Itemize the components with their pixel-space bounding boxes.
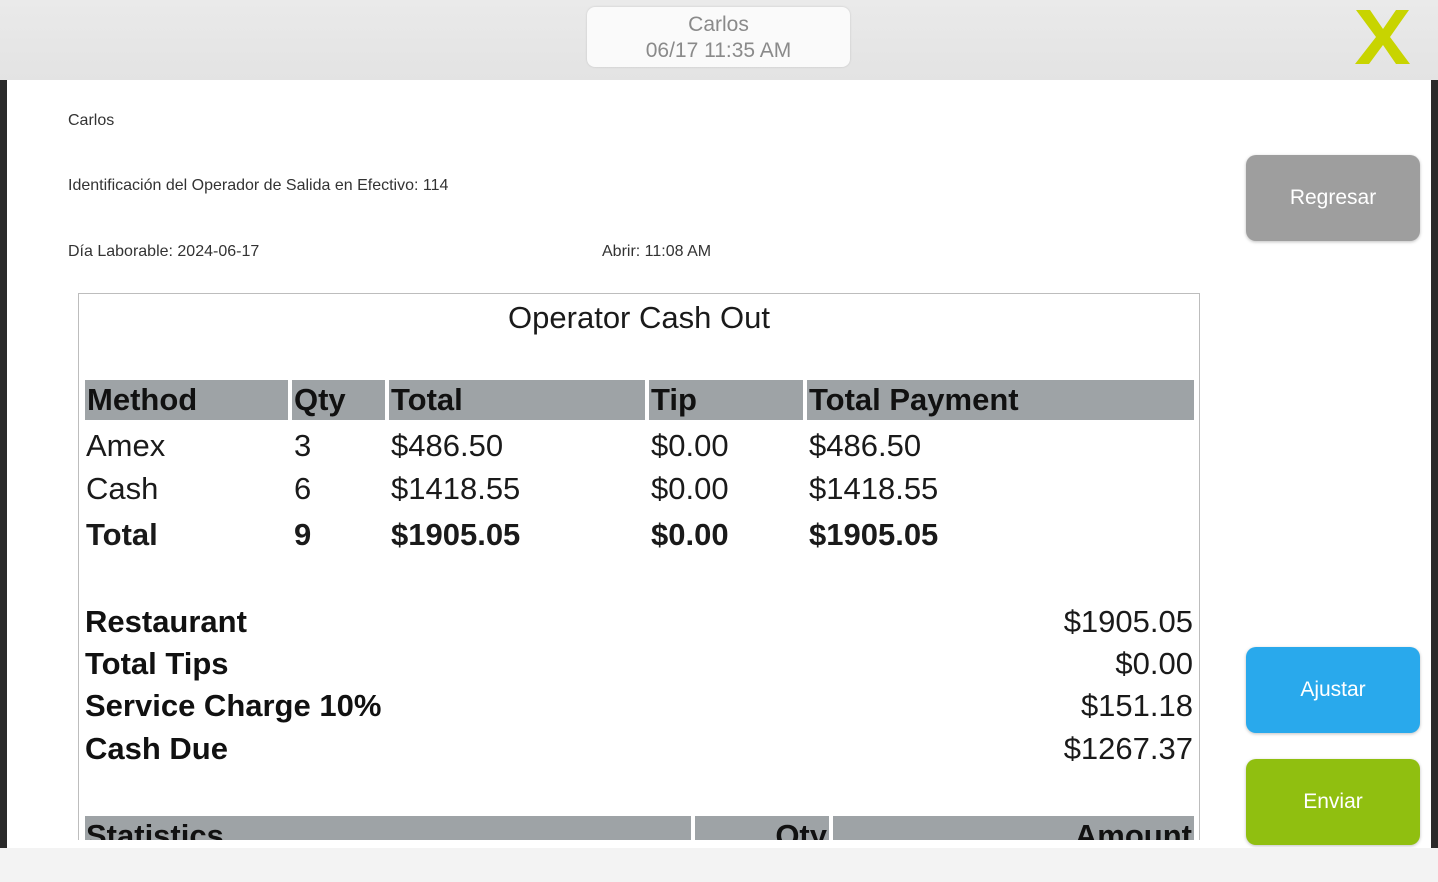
- table-row: Amex 3 $486.50 $0.00 $486.50: [85, 426, 1194, 466]
- total-method: Total: [86, 517, 158, 552]
- header-operator-name: Carlos: [688, 13, 749, 36]
- summary-value: $151.18: [1080, 688, 1193, 723]
- summary-cash-due: Cash Due $1267.37: [85, 729, 1193, 769]
- cell-total-payment: $1418.55: [809, 471, 939, 506]
- total-total-payment: $1905.05: [809, 517, 939, 552]
- right-edge: [1431, 80, 1438, 850]
- cell-total: $486.50: [391, 428, 504, 463]
- operator-header-card: Carlos 06/17 11:35 AM: [587, 7, 850, 67]
- table-total-row: Total 9 $1905.05 $0.00 $1905.05: [85, 515, 1194, 555]
- summary-total-tips: Total Tips $0.00: [85, 644, 1193, 684]
- cell-total: $1418.55: [391, 471, 521, 506]
- info-operator-name: Carlos: [68, 112, 115, 129]
- cash-out-receipt[interactable]: Operator Cash Out Method Qty Total Tip T…: [78, 293, 1200, 840]
- col-total: Total: [389, 380, 645, 420]
- col-stats-amount: Amount: [833, 816, 1194, 840]
- back-button[interactable]: Regresar: [1246, 155, 1420, 241]
- cell-tip: $0.00: [651, 471, 729, 506]
- total-total: $1905.05: [391, 517, 521, 552]
- summary-label: Service Charge 10%: [85, 688, 382, 723]
- summary-value: $1267.37: [1063, 731, 1193, 766]
- cell-method: Amex: [86, 428, 166, 463]
- summary-value: $0.00: [1115, 646, 1193, 681]
- col-method: Method: [85, 380, 288, 420]
- col-statistics: Statistics: [85, 816, 691, 840]
- adjust-button[interactable]: Ajustar: [1246, 647, 1420, 733]
- col-total-payment: Total Payment: [807, 380, 1194, 420]
- left-edge: [0, 80, 7, 850]
- cell-total-payment: $486.50: [809, 428, 922, 463]
- summary-label: Cash Due: [85, 731, 228, 766]
- col-qty: Qty: [292, 380, 385, 420]
- summary-service-charge: Service Charge 10% $151.18: [85, 686, 1193, 726]
- table-row: Cash 6 $1418.55 $0.00 $1418.55: [85, 469, 1194, 509]
- header-datetime: 06/17 11:35 AM: [645, 39, 792, 62]
- bottom-bar: [0, 848, 1438, 882]
- info-operator-id: Identificación del Operador de Salida en…: [68, 177, 449, 194]
- cell-qty: 6: [294, 471, 312, 506]
- cell-tip: $0.00: [651, 428, 729, 463]
- cell-method: Cash: [86, 471, 159, 506]
- summary-restaurant: Restaurant $1905.05: [85, 602, 1193, 642]
- statistics-table-header: Statistics Qty Amount: [85, 816, 1194, 840]
- summary-label: Restaurant: [85, 604, 247, 639]
- receipt-title: Operator Cash Out: [508, 300, 770, 335]
- summary-label: Total Tips: [85, 646, 229, 681]
- cell-qty: 3: [294, 428, 312, 463]
- col-stats-qty: Qty: [695, 816, 829, 840]
- total-qty: 9: [294, 517, 312, 552]
- total-tip: $0.00: [651, 517, 729, 552]
- col-tip: Tip: [649, 380, 803, 420]
- info-business-day: Día Laborable: 2024-06-17: [68, 243, 260, 260]
- summary-value: $1905.05: [1063, 604, 1193, 639]
- send-button[interactable]: Enviar: [1246, 759, 1420, 845]
- close-icon[interactable]: [1352, 6, 1412, 68]
- info-open-time: Abrir: 11:08 AM: [602, 243, 712, 260]
- payment-table-header: Method Qty Total Tip Total Payment: [85, 380, 1194, 420]
